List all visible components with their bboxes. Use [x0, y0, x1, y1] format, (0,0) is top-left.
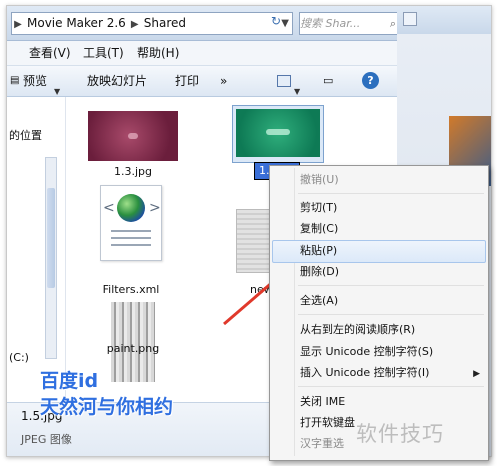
menu-item-undo[interactable]: 撤销(U): [300, 170, 339, 190]
menu-item-paste[interactable]: 粘贴(P): [300, 241, 337, 261]
screenshot-frame: ▶ Movie Maker 2.6 ▶ Shared ▼ ↻ 搜索 Shar... ⌕…: [0, 0, 500, 466]
menu-item-show-unicode[interactable]: 显示 Unicode 控制字符(S): [300, 342, 433, 362]
menu-separator: [298, 386, 484, 387]
watermark-subtitle: 天然河与你相约: [40, 396, 174, 418]
watermark-site: 软件技巧: [356, 422, 444, 446]
menu-gutter: [294, 168, 295, 456]
menu-separator: [298, 314, 484, 315]
menu-item-delete[interactable]: 删除(D): [300, 262, 339, 282]
context-menu: 撤销(U) 剪切(T) 复制(C) 粘贴(P) 删除(D) 全选(A) 从右到左…: [269, 165, 489, 461]
menu-item-close-ime[interactable]: 关闭 IME: [300, 392, 345, 412]
submenu-arrow-icon: ▶: [473, 369, 480, 379]
menu-item-copy[interactable]: 复制(C): [300, 219, 338, 239]
menu-separator: [298, 193, 484, 194]
menu-item-select-all[interactable]: 全选(A): [300, 291, 338, 311]
menu-separator: [298, 285, 484, 286]
menu-item-insert-unicode[interactable]: 插入 Unicode 控制字符(I): [300, 363, 429, 383]
watermark-title: 百度id: [40, 370, 99, 392]
menu-item-reconvert[interactable]: 汉字重选: [300, 434, 344, 454]
menu-item-cut[interactable]: 剪切(T): [300, 198, 337, 218]
menu-item-soft-keyboard[interactable]: 打开软键盘: [300, 413, 355, 433]
menu-item-rtl[interactable]: 从右到左的阅读顺序(R): [300, 320, 415, 340]
